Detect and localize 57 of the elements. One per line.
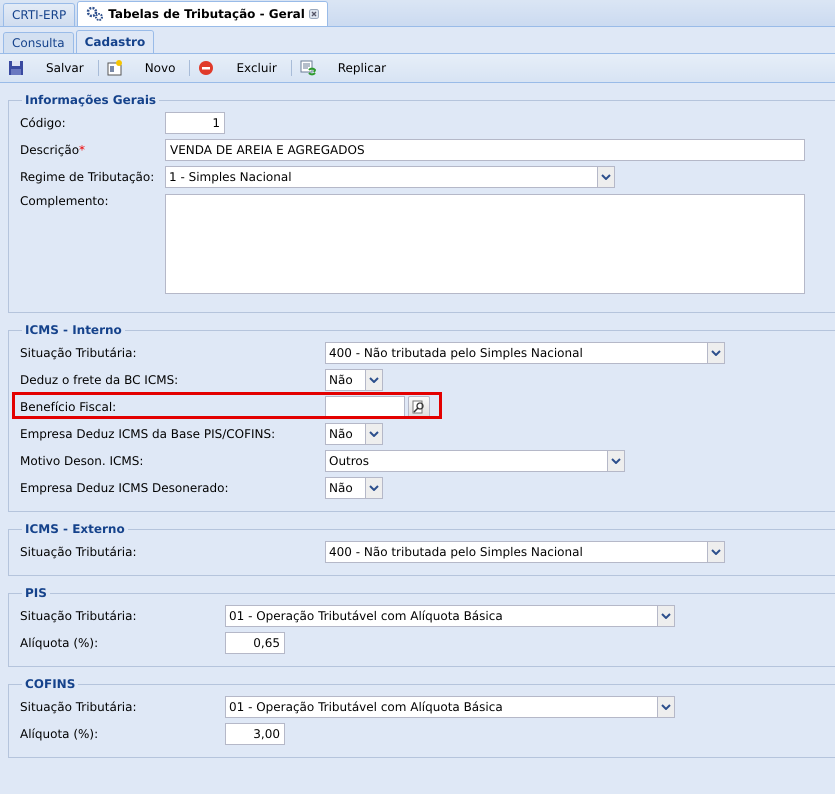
- field-label: Situação Tributária:: [20, 700, 137, 714]
- field-label: Complemento:: [20, 194, 109, 208]
- new-document-icon: [106, 60, 123, 76]
- section-title: Informações Gerais: [24, 93, 158, 107]
- input-field[interactable]: VENDA DE AREIA E AGREGADOS: [165, 138, 805, 160]
- dropdown[interactable]: Outros: [325, 450, 625, 472]
- dropdown[interactable]: 400 - Não tributada pelo Simples Nacional: [325, 342, 725, 364]
- field-label: Deduz o frete da BC ICMS:: [20, 372, 178, 386]
- dropdown[interactable]: 1 - Simples Nacional: [165, 166, 615, 188]
- search-button[interactable]: [408, 396, 430, 418]
- replicate-icon: [300, 60, 316, 76]
- input-field[interactable]: 1: [165, 112, 225, 134]
- input-field[interactable]: 3,00: [225, 722, 285, 744]
- chevron-down-icon: [661, 704, 671, 710]
- field-label: Alíquota (%):: [20, 726, 98, 740]
- section-title: COFINS: [24, 677, 76, 691]
- field-label: Situação Tributária:: [20, 608, 137, 622]
- magnifier-icon: [412, 400, 426, 414]
- input-field[interactable]: [325, 396, 405, 418]
- close-icon[interactable]: [308, 9, 319, 19]
- section-title: ICMS - Externo: [24, 522, 126, 536]
- dropdown[interactable]: Não: [325, 476, 383, 498]
- field-label: Empresa Deduz ICMS da Base PIS/COFINS:: [20, 426, 276, 440]
- toolbar-button[interactable]: Excluir: [196, 57, 291, 79]
- input-field[interactable]: 0,65: [225, 632, 285, 654]
- field-label: Descrição*: [20, 142, 86, 156]
- field-label: Situação Tributária:: [20, 346, 137, 360]
- dropdown[interactable]: Não: [325, 422, 383, 444]
- dropdown[interactable]: 400 - Não tributada pelo Simples Nacional: [325, 540, 725, 562]
- toolbar-button[interactable]: Replicar: [298, 57, 400, 79]
- field-label: Alíquota (%):: [20, 636, 98, 650]
- delete-icon: [198, 60, 214, 76]
- field-label: Benefício Fiscal:: [20, 400, 116, 414]
- dropdown[interactable]: Não: [325, 368, 383, 390]
- chevron-down-icon: [369, 484, 379, 490]
- section-title: PIS: [24, 586, 48, 600]
- chevron-down-icon: [711, 548, 721, 554]
- field-label: Código:: [20, 116, 66, 130]
- toolbar-button[interactable]: Salvar: [6, 57, 98, 79]
- dropdown[interactable]: 01 - Operação Tributável com Alíquota Básica: [225, 604, 675, 626]
- field-label: Regime de Tributação:: [20, 170, 154, 184]
- chevron-down-icon: [369, 430, 379, 436]
- window-tab[interactable]: CRTI-ERP: [3, 3, 76, 26]
- field-label: Motivo Deson. ICMS:: [20, 454, 144, 468]
- section-title: ICMS - Interno: [24, 323, 123, 337]
- window-tab[interactable]: Tabelas de Tributação - Geral: [77, 1, 328, 26]
- field-label: Empresa Deduz ICMS Desonerado:: [20, 480, 229, 494]
- chevron-down-icon: [711, 350, 721, 356]
- chevron-down-icon: [369, 376, 379, 382]
- chevron-down-icon: [611, 458, 621, 464]
- tab[interactable]: Cadastro: [76, 30, 154, 53]
- dropdown[interactable]: 01 - Operação Tributável com Alíquota Básica: [225, 696, 675, 718]
- field-label: Situação Tributária:: [20, 544, 137, 558]
- chevron-down-icon: [661, 612, 671, 618]
- toolbar-button[interactable]: Novo: [104, 57, 190, 79]
- chevron-down-icon: [601, 174, 611, 180]
- tab[interactable]: Consulta: [3, 32, 74, 53]
